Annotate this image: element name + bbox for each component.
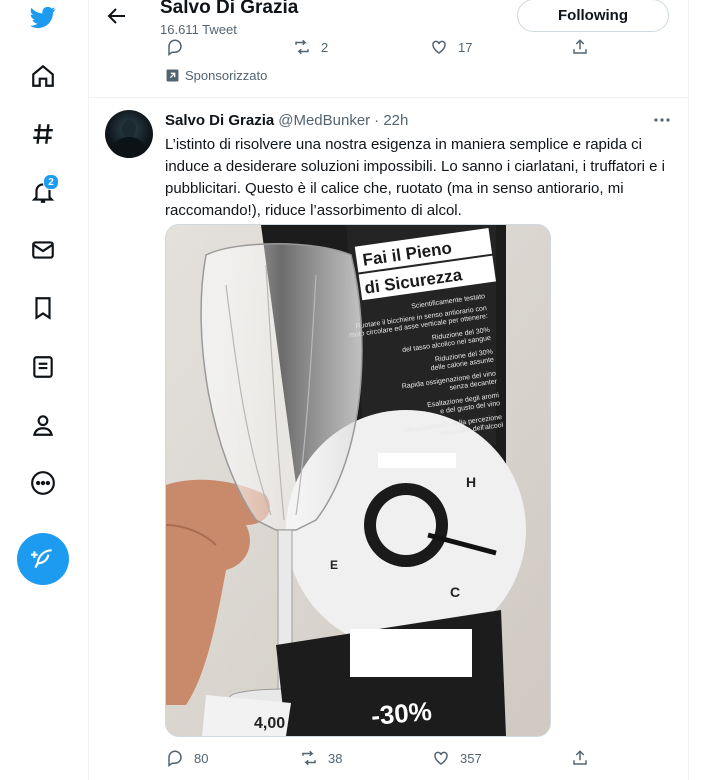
- share-icon: [573, 750, 587, 765]
- gauge-h-label: H: [466, 474, 476, 490]
- following-button[interactable]: Following: [517, 0, 669, 32]
- main-column: Salvo Di Grazia 16.611 Tweet Following 2…: [88, 0, 689, 780]
- profile-header: Salvo Di Grazia 16.611 Tweet Following: [89, 0, 688, 40]
- prev-reply-button[interactable]: [166, 38, 184, 56]
- price-text: 4,00: [254, 715, 285, 732]
- back-arrow-icon[interactable]: [105, 4, 129, 28]
- retweet-icon: [295, 39, 309, 55]
- explore-hashtag-icon[interactable]: [25, 116, 61, 152]
- notifications-bell-icon[interactable]: 2: [25, 174, 61, 210]
- promoted-label[interactable]: Sponsorizzato: [166, 68, 267, 83]
- profile-icon[interactable]: [25, 407, 61, 443]
- compose-feather-icon: [31, 549, 52, 569]
- avatar[interactable]: [105, 110, 153, 158]
- tweet-time[interactable]: · 22h: [374, 112, 408, 129]
- share-icon: [573, 39, 587, 54]
- tweet-count: 16.611 Tweet: [160, 22, 237, 37]
- promoted-arrow-icon: [166, 69, 179, 82]
- author-name[interactable]: Salvo Di Grazia: [165, 112, 274, 129]
- heart-icon: [434, 751, 448, 765]
- bookmarks-icon[interactable]: [25, 290, 61, 326]
- gauge-e-label: E: [330, 558, 338, 572]
- lists-icon[interactable]: [25, 349, 61, 385]
- retweet-icon: [302, 750, 316, 766]
- prev-share-button[interactable]: [571, 38, 589, 56]
- prev-retweet-button[interactable]: 2: [293, 38, 328, 56]
- author-handle[interactable]: @MedBunker: [278, 112, 370, 129]
- prev-like-button[interactable]: 17: [430, 38, 472, 56]
- reply-count: 80: [194, 750, 209, 766]
- prev-retweet-count: 2: [321, 39, 329, 55]
- discount-text: -30%: [370, 696, 433, 731]
- tweet-divider: [89, 97, 688, 98]
- notification-count-badge: 2: [43, 174, 59, 190]
- reply-icon: [168, 750, 182, 767]
- promoted-text: Sponsorizzato: [185, 68, 268, 83]
- page-title: Salvo Di Grazia: [160, 0, 299, 18]
- reply-icon: [168, 39, 182, 56]
- more-options-icon[interactable]: [651, 110, 673, 130]
- more-circle-icon[interactable]: [25, 465, 61, 501]
- home-icon[interactable]: [25, 58, 61, 94]
- twitter-logo-icon[interactable]: [25, 0, 61, 35]
- messages-envelope-icon[interactable]: [25, 232, 61, 268]
- reply-button[interactable]: 80: [166, 749, 208, 767]
- retweet-count: 38: [328, 750, 343, 766]
- prev-like-count: 17: [458, 39, 473, 55]
- gauge-c-label: C: [450, 584, 460, 600]
- like-button[interactable]: 357: [432, 749, 482, 767]
- retweet-button[interactable]: 38: [300, 749, 342, 767]
- sidebar-nav: 2: [0, 0, 88, 780]
- tweet-image[interactable]: H E C Fai il Pieno di Sicurezza Scientif…: [165, 224, 551, 737]
- compose-tweet-button[interactable]: [17, 533, 69, 585]
- heart-icon: [432, 40, 446, 54]
- tweet-text: L’istinto di risolvere una nostra esigen…: [165, 136, 665, 219]
- like-count: 357: [460, 750, 482, 766]
- tweet-author: Salvo Di Grazia @MedBunker · 22h: [165, 112, 408, 129]
- share-button[interactable]: [571, 749, 589, 767]
